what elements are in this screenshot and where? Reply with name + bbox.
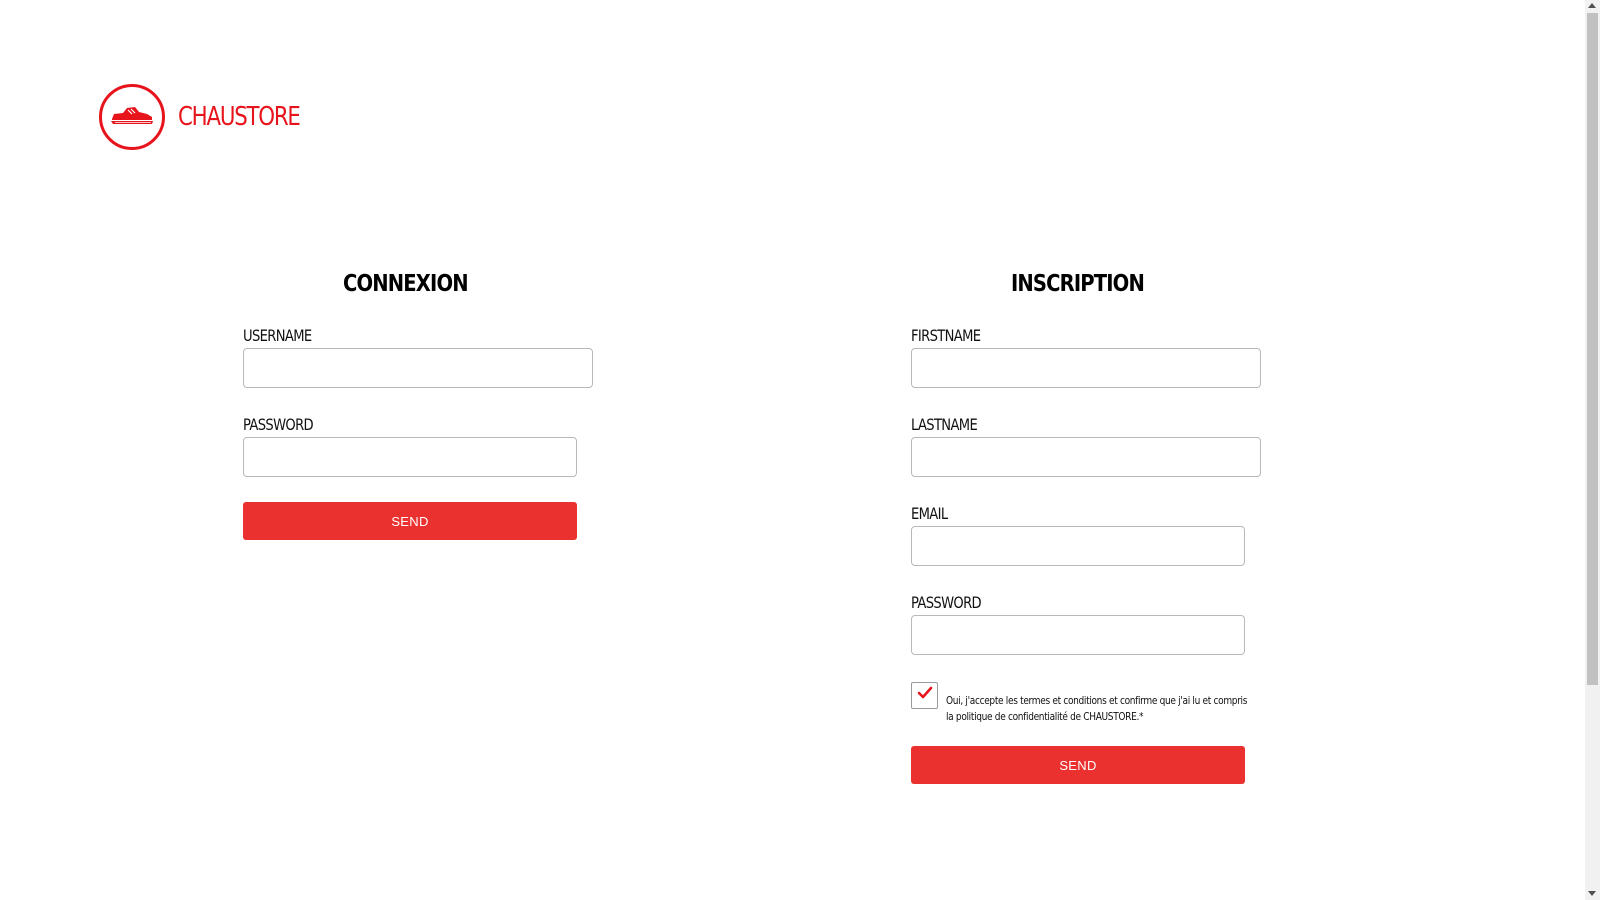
scroll-down-icon[interactable] bbox=[1588, 891, 1596, 896]
login-send-button[interactable]: SEND bbox=[243, 502, 577, 540]
firstname-label: FIRSTNAME bbox=[911, 326, 981, 345]
lastname-label: LASTNAME bbox=[911, 415, 978, 434]
login-password-input[interactable] bbox=[243, 437, 577, 477]
login-title: CONNEXION bbox=[343, 271, 469, 297]
vertical-scrollbar[interactable] bbox=[1585, 0, 1600, 900]
register-title: INSCRIPTION bbox=[1011, 271, 1145, 297]
register-password-label: PASSWORD bbox=[911, 593, 982, 612]
email-input[interactable] bbox=[911, 526, 1245, 566]
scroll-up-icon[interactable] bbox=[1588, 3, 1596, 8]
login-password-label: PASSWORD bbox=[243, 415, 314, 434]
register-send-button[interactable]: SEND bbox=[911, 746, 1245, 784]
terms-checkbox[interactable] bbox=[911, 682, 938, 709]
terms-text: Oui, j'accepte les termes et conditions … bbox=[946, 694, 1248, 723]
register-password-input[interactable] bbox=[911, 615, 1245, 655]
scrollbar-thumb[interactable] bbox=[1587, 13, 1598, 685]
lastname-input[interactable] bbox=[911, 437, 1261, 477]
username-input[interactable] bbox=[243, 348, 593, 388]
page: CHAUSTORE CONNEXION USERNAME PASSWORD SE… bbox=[0, 0, 1600, 900]
email-label: EMAIL bbox=[911, 504, 948, 523]
username-label: USERNAME bbox=[243, 326, 312, 345]
brand-logo[interactable]: CHAUSTORE bbox=[99, 84, 326, 150]
brand-name: CHAUSTORE bbox=[178, 102, 301, 132]
logo-circle bbox=[99, 84, 165, 150]
sneaker-icon bbox=[109, 104, 155, 131]
checkmark-icon bbox=[917, 686, 933, 705]
firstname-input[interactable] bbox=[911, 348, 1261, 388]
